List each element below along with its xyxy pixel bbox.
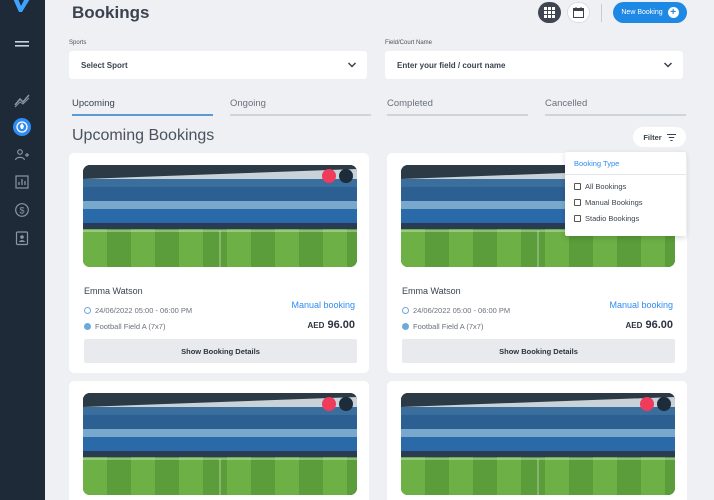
price-value: 96.00	[645, 319, 673, 331]
stadium-image	[83, 393, 357, 495]
booking-price: AED 96.00	[626, 319, 673, 331]
checkbox[interactable]	[574, 199, 581, 206]
booking-field: Football Field A (7x7)	[402, 322, 483, 331]
status-dot-icon	[640, 397, 654, 411]
new-booking-label: New Booking	[621, 9, 663, 16]
calendar-view-button[interactable]	[567, 2, 590, 23]
booking-price: AED 96.00	[308, 319, 355, 331]
badge-icon[interactable]	[13, 229, 31, 247]
booking-field-text: Football Field A (7x7)	[95, 322, 166, 331]
dropdown-divider	[565, 174, 686, 175]
booking-card[interactable]	[69, 381, 369, 500]
booking-type: Manual booking	[291, 300, 355, 310]
checkbox[interactable]	[574, 183, 581, 190]
edit-icon[interactable]	[339, 397, 353, 411]
grid-icon	[544, 7, 555, 18]
location-icon	[402, 323, 409, 330]
booking-time-text: 24/06/2022 05:00 - 06:00 PM	[413, 306, 511, 315]
field-name-label: Field/Court Name	[385, 40, 433, 46]
show-booking-details-button[interactable]: Show Booking Details	[402, 339, 675, 363]
svg-text:$: $	[19, 205, 24, 215]
location-icon	[84, 323, 91, 330]
sport-ball-icon[interactable]	[13, 118, 31, 136]
field-name-select[interactable]: Enter your field / court name	[385, 51, 683, 79]
chevron-down-icon	[663, 62, 673, 68]
booking-type: Manual booking	[609, 300, 673, 310]
field-name-placeholder: Enter your field / court name	[397, 60, 506, 70]
clock-icon	[84, 307, 91, 314]
report-icon[interactable]	[13, 173, 31, 191]
option-label: Manual Bookings	[585, 198, 643, 207]
dollar-icon[interactable]: $	[13, 201, 31, 219]
status-dot-icon	[322, 169, 336, 183]
option-manual-bookings[interactable]: Manual Bookings	[574, 198, 643, 207]
currency: AED	[307, 321, 325, 330]
trend-icon[interactable]	[13, 91, 31, 109]
filter-label: Filter	[643, 132, 662, 142]
dropdown-title: Booking Type	[574, 159, 620, 168]
status-dot-icon	[322, 397, 336, 411]
clock-icon	[402, 307, 409, 314]
app-logo[interactable]	[9, 0, 35, 14]
option-label: Stadio Bookings	[585, 214, 640, 223]
currency: AED	[625, 321, 643, 330]
checkbox[interactable]	[574, 215, 581, 222]
booking-type-dropdown: Booking Type All Bookings Manual Booking…	[565, 152, 686, 236]
option-stadio-bookings[interactable]: Stadio Bookings	[574, 214, 639, 223]
grid-view-button[interactable]	[538, 2, 561, 23]
tab-completed[interactable]: Completed	[387, 98, 433, 109]
users-icon[interactable]	[13, 146, 31, 164]
tab-ongoing-underline	[230, 114, 371, 116]
sport-select-value: Select Sport	[81, 60, 128, 70]
tab-completed-underline	[387, 114, 528, 116]
chevron-down-icon	[347, 62, 357, 68]
customer-name: Emma Watson	[402, 286, 461, 296]
page-title: Bookings	[72, 3, 150, 22]
section-title: Upcoming Bookings	[72, 127, 215, 144]
booking-time-text: 24/06/2022 05:00 - 06:00 PM	[95, 306, 193, 315]
booking-time: 24/06/2022 05:00 - 06:00 PM	[402, 306, 510, 315]
new-booking-button[interactable]: New Booking +	[613, 2, 687, 23]
edit-icon[interactable]	[339, 169, 353, 183]
booking-card[interactable]	[387, 381, 687, 500]
filter-button[interactable]: Filter	[633, 127, 686, 147]
calendar-icon	[573, 7, 584, 18]
sidebar: $	[0, 0, 45, 500]
sports-label: Sports	[69, 40, 87, 46]
tab-upcoming[interactable]: Upcoming	[72, 98, 115, 109]
price-value: 96.00	[327, 319, 355, 331]
option-label: All Bookings	[585, 182, 627, 191]
customer-name: Emma Watson	[84, 286, 143, 296]
stadium-image	[83, 165, 357, 267]
show-booking-details-button[interactable]: Show Booking Details	[84, 339, 357, 363]
booking-card[interactable]: Emma Watson Manual booking 24/06/2022 05…	[69, 153, 369, 373]
booking-time: 24/06/2022 05:00 - 06:00 PM	[84, 306, 192, 315]
sport-select[interactable]: Select Sport	[69, 51, 367, 79]
plus-icon: +	[667, 7, 679, 18]
tab-upcoming-underline	[72, 114, 213, 116]
tab-cancelled[interactable]: Cancelled	[545, 98, 587, 109]
tab-ongoing[interactable]: Ongoing	[230, 98, 266, 109]
stadium-image	[401, 393, 675, 495]
booking-field-text: Football Field A (7x7)	[413, 322, 484, 331]
option-all-bookings[interactable]: All Bookings	[574, 182, 626, 191]
edit-icon[interactable]	[657, 397, 671, 411]
header-divider	[601, 4, 602, 22]
menu-icon[interactable]	[13, 36, 31, 54]
tab-cancelled-underline	[545, 114, 686, 116]
filter-icon	[666, 133, 676, 141]
booking-field: Football Field A (7x7)	[84, 322, 165, 331]
